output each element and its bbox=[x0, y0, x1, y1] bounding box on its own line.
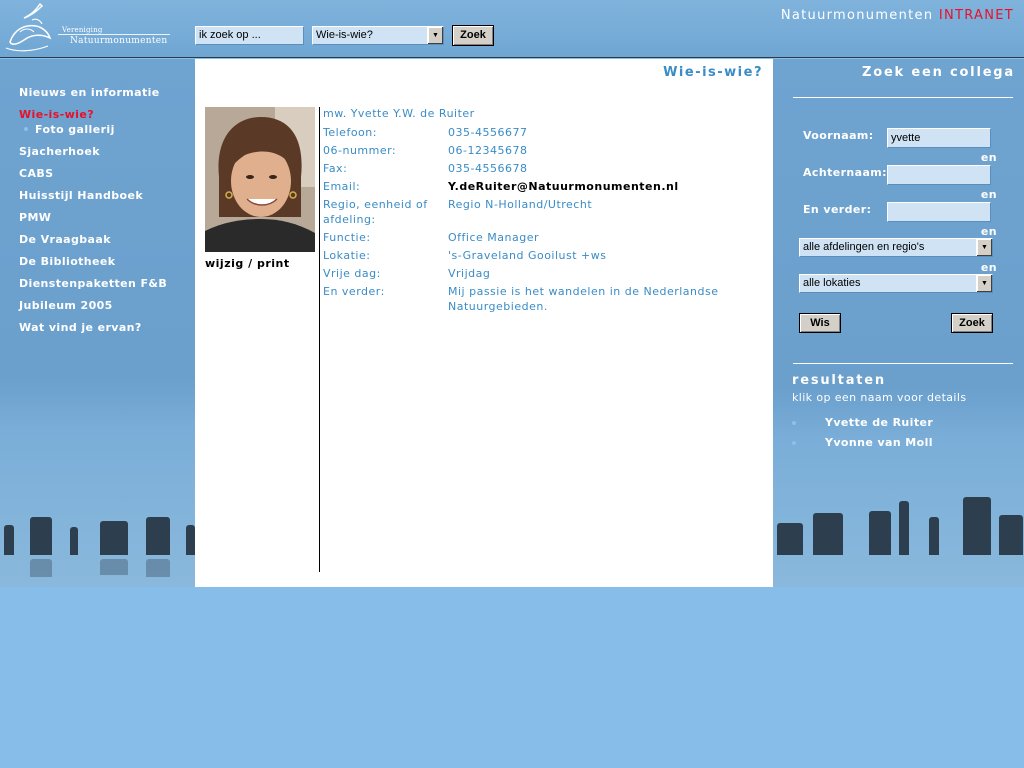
top-bar: Vereniging Natuurmonumenten ik zoek op .… bbox=[0, 0, 1024, 58]
detail-value: Office Manager bbox=[448, 231, 539, 244]
chevron-down-icon[interactable]: ▼ bbox=[976, 275, 992, 292]
nav-item-sjacherhoek[interactable]: Sjacherhoek bbox=[19, 145, 100, 158]
panel-divider bbox=[793, 363, 1013, 364]
panel-divider bbox=[793, 97, 1013, 98]
person-name: mw. Yvette Y.W. de Ruiter bbox=[323, 107, 475, 120]
swan-logo-icon bbox=[5, 2, 52, 52]
wooden-posts-decoration bbox=[0, 477, 195, 587]
detail-label: Regio, eenheid of afdeling: bbox=[323, 198, 428, 226]
detail-label: Telefoon: bbox=[323, 126, 377, 139]
nav-item-nieuws[interactable]: Nieuws en informatie bbox=[19, 86, 160, 99]
logo[interactable]: Vereniging Natuurmonumenten bbox=[2, 2, 172, 56]
top-search-button[interactable]: Zoek bbox=[452, 25, 494, 46]
vertical-divider bbox=[319, 107, 320, 572]
detail-label: Vrije dag: bbox=[323, 267, 381, 280]
site-brand: Natuurmonumenten INTRANET bbox=[781, 8, 1014, 23]
action-separator: / bbox=[248, 257, 253, 270]
connector-en: en bbox=[980, 261, 997, 274]
detail-value: Regio N-Holland/Utrecht bbox=[448, 198, 593, 211]
page-title: Wie-is-wie? bbox=[663, 65, 763, 80]
nav-item-bibliotheek[interactable]: De Bibliotheek bbox=[19, 255, 115, 268]
nav-item-feedback[interactable]: Wat vind je ervan? bbox=[19, 321, 142, 334]
result-item[interactable]: Yvette de Ruiter bbox=[825, 416, 933, 429]
nav-item-pmw[interactable]: PMW bbox=[19, 211, 51, 224]
detail-label: 06-nummer: bbox=[323, 144, 397, 157]
logo-text-vereniging: Vereniging bbox=[62, 26, 103, 34]
achternaam-label: Achternaam: bbox=[803, 166, 887, 179]
nav-item-wie-is-wie[interactable]: Wie-is-wie? bbox=[19, 108, 94, 121]
nav-item-foto-gallerij[interactable]: Foto gallerij bbox=[35, 123, 115, 136]
wooden-posts-decoration bbox=[773, 477, 1024, 587]
portrait-image bbox=[205, 107, 315, 252]
voornaam-input[interactable]: yvette bbox=[887, 128, 991, 148]
chevron-down-icon[interactable]: ▼ bbox=[976, 239, 992, 256]
brand-name: Natuurmonumenten bbox=[780, 8, 934, 23]
logo-divider bbox=[58, 34, 170, 35]
en-verder-input[interactable] bbox=[887, 202, 991, 222]
panel-title: Zoek een collega bbox=[861, 65, 1015, 80]
detail-label: Email: bbox=[323, 180, 361, 193]
nav-item-dienstenpaketten[interactable]: Dienstenpaketten F&B bbox=[19, 277, 167, 290]
result-item[interactable]: Yvonne van Moll bbox=[825, 436, 933, 449]
bullet-icon bbox=[24, 127, 28, 131]
top-search-input[interactable]: ik zoek op ... bbox=[195, 26, 304, 45]
detail-value: 06-12345678 bbox=[448, 144, 528, 157]
top-select-value: Wie-is-wie? bbox=[316, 29, 373, 41]
main-content: Wie-is-wie? wijzig / print mw. Yvette Y.… bbox=[195, 59, 773, 587]
afdeling-select-value: alle afdelingen en regio's bbox=[803, 241, 925, 253]
detail-label: Functie: bbox=[323, 231, 371, 244]
colleague-search-panel: Zoek een collega Voornaam: yvette en Ach… bbox=[773, 59, 1024, 587]
connector-en: en bbox=[980, 225, 997, 238]
bullet-icon bbox=[792, 441, 796, 445]
detail-value: 's-Graveland Gooilust +ws bbox=[448, 249, 607, 262]
detail-value: Vrijdag bbox=[448, 267, 491, 280]
logo-text-natuurmonumenten: Natuurmonumenten bbox=[70, 36, 168, 46]
achternaam-input[interactable] bbox=[887, 165, 991, 185]
lokatie-select[interactable]: alle lokaties ▼ bbox=[799, 274, 993, 293]
left-navigation: Nieuws en informatie Wie-is-wie? Foto ga… bbox=[0, 59, 195, 587]
detail-label: Fax: bbox=[323, 162, 348, 175]
detail-label: Lokatie: bbox=[323, 249, 371, 262]
nav-item-cabs[interactable]: CABS bbox=[19, 167, 54, 180]
photo-actions: wijzig / print bbox=[205, 257, 290, 270]
email-link[interactable]: Y.deRuiter@Natuurmonumenten.nl bbox=[448, 179, 758, 194]
en-verder-label: En verder: bbox=[803, 203, 872, 216]
lokatie-select-value: alle lokaties bbox=[803, 277, 861, 289]
nav-item-jubileum[interactable]: Jubileum 2005 bbox=[19, 299, 113, 312]
afdeling-select[interactable]: alle afdelingen en regio's ▼ bbox=[799, 238, 993, 257]
nav-item-huisstijl[interactable]: Huisstijl Handboek bbox=[19, 189, 143, 202]
print-link[interactable]: print bbox=[257, 257, 290, 270]
detail-label: En verder: bbox=[323, 285, 385, 298]
edit-link[interactable]: wijzig bbox=[205, 257, 244, 270]
detail-value: 035-4556677 bbox=[448, 126, 528, 139]
nav-item-vraagbaak[interactable]: De Vraagbaak bbox=[19, 233, 111, 246]
connector-en: en bbox=[980, 151, 997, 164]
results-title: resultaten bbox=[792, 373, 886, 388]
voornaam-label: Voornaam: bbox=[803, 129, 874, 142]
brand-intranet: INTRANET bbox=[938, 8, 1014, 23]
connector-en: en bbox=[980, 188, 997, 201]
chevron-down-icon[interactable]: ▼ bbox=[427, 27, 443, 44]
detail-value: Mij passie is het wandelen in de Nederla… bbox=[448, 285, 719, 313]
clear-button[interactable]: Wis bbox=[799, 313, 841, 333]
search-colleague-button[interactable]: Zoek bbox=[951, 313, 993, 333]
bullet-icon bbox=[792, 421, 796, 425]
profile-photo bbox=[205, 107, 315, 252]
results-hint: klik op een naam voor details bbox=[792, 391, 967, 404]
detail-value: 035-4556678 bbox=[448, 162, 528, 175]
top-search-category-select[interactable]: Wie-is-wie? ▼ bbox=[312, 26, 444, 45]
